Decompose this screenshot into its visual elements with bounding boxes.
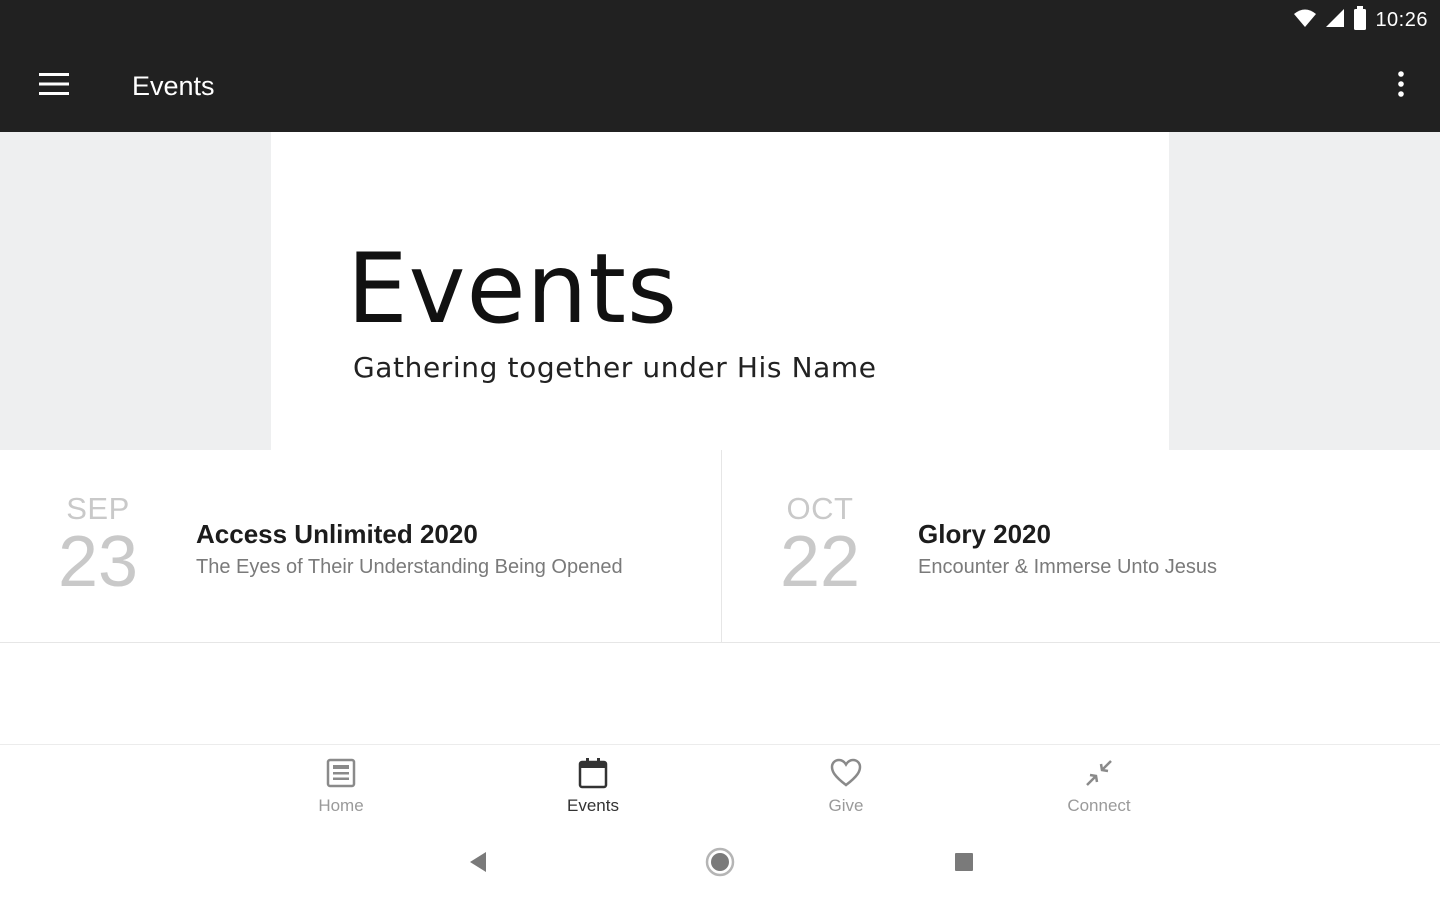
event-title: Access Unlimited 2020 [196, 519, 478, 549]
nav-label-home: Home [318, 796, 364, 815]
nav-item-give[interactable]: Give [776, 755, 916, 825]
app-bar-title: Events [132, 71, 215, 101]
hero-title: Events [347, 233, 679, 345]
hamburger-menu-icon [39, 72, 69, 100]
event-date: SEP 23 [58, 491, 139, 602]
bottom-navigation: Home Events Give Connect [0, 744, 1440, 829]
heart-icon [830, 755, 862, 791]
nav-item-events[interactable]: Events [523, 755, 663, 825]
event-text: Glory 2020 Encounter & Immerse Unto Jesu… [918, 518, 1217, 582]
event-date: OCT 22 [780, 491, 861, 602]
overflow-menu-button[interactable] [1384, 64, 1418, 108]
nav-item-home[interactable]: Home [271, 755, 411, 825]
more-vert-icon [1398, 70, 1404, 102]
event-text: Access Unlimited 2020 The Eyes of Their … [196, 518, 623, 582]
events-list: SEP 23 Access Unlimited 2020 The Eyes of… [0, 450, 1440, 643]
event-month: OCT [786, 491, 854, 526]
event-month: SEP [66, 491, 130, 526]
event-title: Glory 2020 [918, 519, 1051, 549]
system-navigation-bar [0, 828, 1440, 900]
calendar-icon [578, 755, 608, 791]
status-bar: 10:26 [0, 0, 1440, 40]
event-day: 23 [58, 522, 139, 602]
battery-icon [1353, 5, 1367, 35]
home-circle-icon [705, 847, 735, 882]
connect-arrows-icon [1084, 755, 1114, 791]
system-home-button[interactable] [696, 842, 744, 886]
hero-card: Events Gathering together under His Name [271, 132, 1169, 450]
system-back-button[interactable] [454, 842, 502, 886]
nav-label-connect: Connect [1067, 796, 1131, 815]
home-news-icon [326, 755, 356, 791]
back-icon [468, 851, 488, 878]
signal-icon [1325, 8, 1345, 33]
event-item[interactable]: OCT 22 Glory 2020 Encounter & Immerse Un… [722, 450, 1440, 642]
hero-subtitle: Gathering together under His Name [353, 351, 877, 384]
recents-square-icon [954, 852, 974, 877]
nav-label-events: Events [567, 796, 619, 815]
wifi-icon [1293, 8, 1317, 33]
event-item[interactable]: SEP 23 Access Unlimited 2020 The Eyes of… [0, 450, 722, 642]
menu-button[interactable] [28, 64, 80, 108]
system-recents-button[interactable] [940, 842, 988, 886]
status-time: 10:26 [1375, 8, 1428, 31]
hero-banner: Events Gathering together under His Name [0, 132, 1440, 450]
nav-label-give: Give [828, 796, 864, 815]
event-description: Encounter & Immerse Unto Jesus [918, 556, 1218, 578]
nav-item-connect[interactable]: Connect [1029, 755, 1169, 825]
app-bar: Events [0, 40, 1440, 132]
event-description: The Eyes of Their Understanding Being Op… [196, 556, 623, 578]
status-icons: 10:26 [1293, 5, 1428, 35]
event-day: 22 [780, 522, 861, 602]
